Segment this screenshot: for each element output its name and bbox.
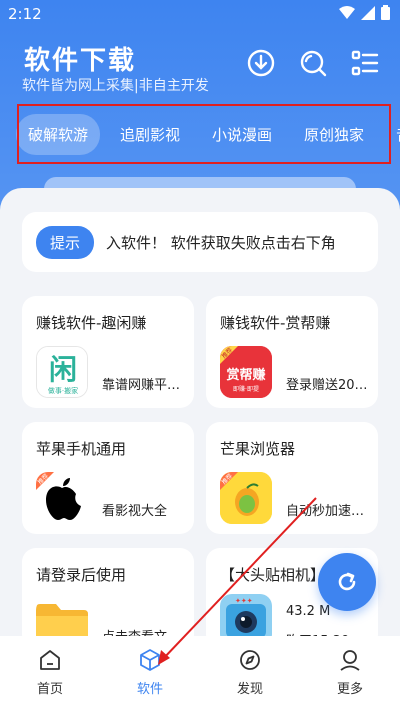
app-card-desc: 登录赠送20… [286, 378, 368, 393]
app-card-mango-browser[interactable]: 芒果浏览器 推荐 自动秒加速… [206, 422, 378, 534]
app-card-title: 芒果浏览器 [220, 440, 296, 458]
notice-bar[interactable]: 提示 入软件！ 软件获取失败点击右下角 [22, 212, 378, 272]
svg-text:赏帮赚: 赏帮赚 [226, 367, 265, 383]
notice-text: 入软件！ 软件获取失败点击右下角 [106, 233, 336, 252]
svg-text:做事·搬家: 做事·搬家 [48, 386, 78, 395]
page-subtitle: 软件皆为网上采集|非自主开发 [22, 78, 209, 94]
app-card-title: 苹果手机通用 [36, 440, 127, 458]
wifi-icon [339, 5, 355, 19]
battery-icon [381, 5, 390, 20]
nav-label: 首页 [36, 682, 63, 697]
mango-icon: 推荐 [220, 472, 272, 524]
nav-label: 软件 [136, 682, 163, 697]
menu-button[interactable] [350, 48, 380, 78]
search-icon [300, 50, 327, 77]
notice-badge: 提示 [36, 225, 95, 259]
app-card-shangbangzhuan[interactable]: 赚钱软件-赏帮赚 推荐 赏帮赚 即赚·即提 登录赠送20… [206, 296, 378, 408]
app-card-quxianzhuan[interactable]: 赚钱软件-趣闲赚 闲 做事·搬家 靠谱网赚平… [22, 296, 194, 408]
page-title: 软件下载 [24, 46, 137, 76]
tab-crack-games[interactable]: 破解软游 [16, 113, 101, 155]
download-icon [247, 49, 275, 77]
app-card-title: 请登录后使用 [36, 566, 127, 584]
nav-home[interactable]: 首页 [10, 648, 90, 697]
menu-list-icon [351, 50, 379, 76]
refresh-icon [338, 572, 356, 591]
home-icon [40, 650, 60, 670]
svg-text:即赚·即提: 即赚·即提 [233, 385, 259, 393]
app-icon-shangbang: 推荐 赏帮赚 即赚·即提 [220, 346, 272, 398]
app-card-desc: 自动秒加速… [286, 504, 365, 519]
tab-video[interactable]: 追剧影视 [108, 114, 192, 155]
app-icon-quxian: 闲 做事·搬家 [36, 346, 88, 398]
app-card-desc: 看影视大全 [102, 504, 168, 519]
nav-label: 更多 [336, 682, 363, 697]
app-card-title: 【大头贴相机】 [220, 566, 326, 584]
tab-original[interactable]: 原创独家 [292, 114, 376, 155]
nav-label: 发现 [236, 682, 263, 697]
download-button[interactable] [246, 48, 276, 78]
refresh-button[interactable] [318, 553, 376, 611]
bottom-nav: 首页 软件 发现 更多 [0, 636, 400, 711]
svg-text:闲: 闲 [49, 353, 77, 386]
app-card-desc: 靠谱网赚平… [102, 378, 181, 393]
nav-software[interactable]: 软件 [110, 648, 190, 697]
apple-logo-icon: 推荐 [36, 472, 88, 524]
app-card-login-required[interactable]: 请登录后使用 点击查看文… [22, 548, 194, 648]
tab-novel-comic[interactable]: 小说漫画 [200, 114, 284, 155]
signal-icon [361, 5, 375, 20]
nav-discover[interactable]: 发现 [210, 648, 290, 697]
svg-text:✦✦✦: ✦✦✦ [235, 597, 253, 605]
user-icon [340, 650, 360, 671]
cube-icon [140, 649, 160, 671]
app-card-apple-universal[interactable]: 苹果手机通用 推荐 看影视大全 [22, 422, 194, 534]
nav-more[interactable]: 更多 [310, 648, 390, 697]
status-bar: 2:12 [0, 0, 400, 28]
status-time: 2:12 [8, 5, 42, 23]
tab-music[interactable]: 音 [384, 114, 400, 155]
app-card-title: 赚钱软件-趣闲赚 [36, 314, 147, 332]
app-card-title: 赚钱软件-赏帮赚 [220, 314, 331, 332]
compass-icon [240, 650, 260, 670]
search-button[interactable] [298, 48, 328, 78]
category-tabs: 破解软游 追剧影视 小说漫画 原创独家 音 [16, 112, 400, 156]
